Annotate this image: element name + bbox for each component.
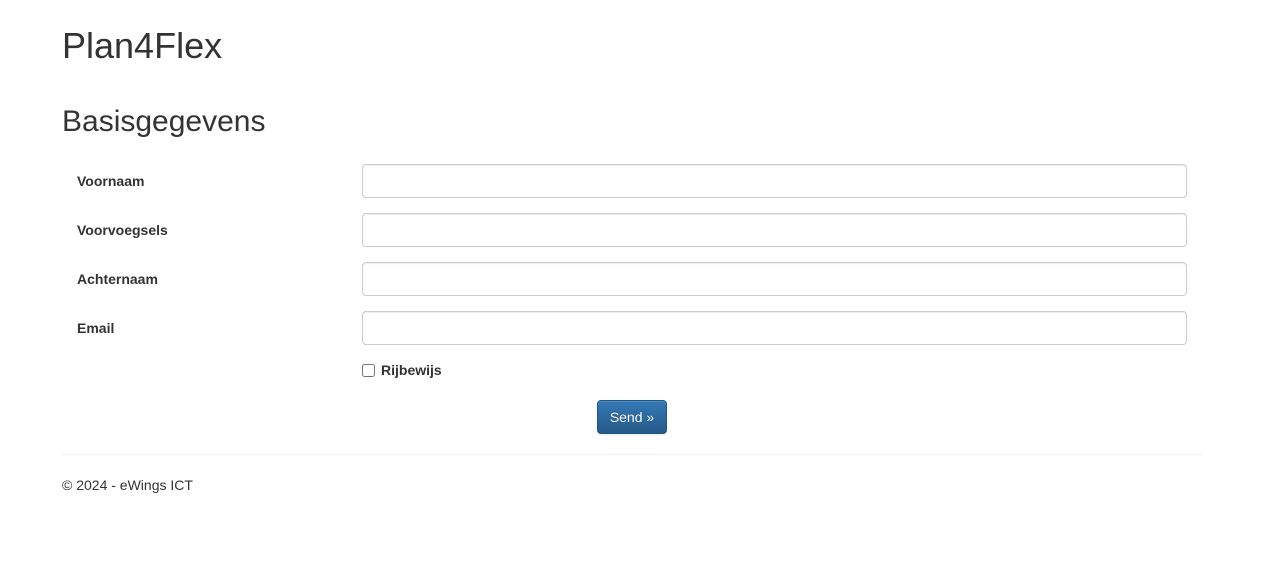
email-label: Email <box>62 318 347 338</box>
send-button[interactable]: Send » <box>597 400 667 434</box>
page-heading: Basisgegevens <box>62 101 1202 144</box>
rijbewijs-label: Rijbewijs <box>381 360 442 380</box>
voornaam-input[interactable] <box>362 164 1187 198</box>
achternaam-label: Achternaam <box>62 269 347 289</box>
voornaam-label: Voornaam <box>62 171 347 191</box>
divider <box>62 454 1202 455</box>
achternaam-input[interactable] <box>362 262 1187 296</box>
email-input[interactable] <box>362 311 1187 345</box>
voorvoegsels-label: Voorvoegsels <box>62 220 347 240</box>
footer-text: © 2024 - eWings ICT <box>62 475 1202 495</box>
rijbewijs-checkbox[interactable] <box>362 364 375 377</box>
voorvoegsels-input[interactable] <box>362 213 1187 247</box>
app-title: Plan4Flex <box>62 20 1202 71</box>
